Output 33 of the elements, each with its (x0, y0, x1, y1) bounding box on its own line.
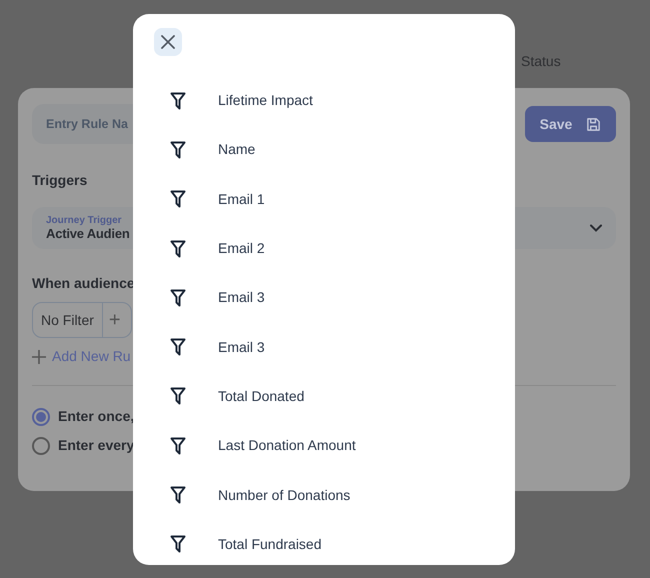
menu-item[interactable]: Last Donation Amount (218, 435, 356, 456)
menu-item[interactable]: Email 2 (218, 238, 265, 260)
radio-button[interactable] (32, 436, 50, 454)
radio-button[interactable] (32, 408, 50, 426)
filter-icon (170, 92, 186, 110)
filter-icon (170, 535, 186, 554)
menu-item[interactable]: Lifetime Impact (218, 90, 313, 112)
filter-icon (170, 288, 186, 307)
menu-item[interactable]: Email 3 (218, 287, 265, 308)
menu-item[interactable]: Total Donated (218, 386, 304, 407)
filter-icon (170, 387, 186, 406)
menu-item[interactable]: Email 1 (218, 188, 265, 210)
save-icon (586, 116, 602, 132)
filter-icon (170, 140, 186, 159)
filter-icon (170, 190, 186, 208)
close-icon (161, 35, 175, 49)
filter-icon (170, 240, 186, 258)
menu-item[interactable]: Total Fundraised (218, 534, 322, 555)
menu-item[interactable]: Name (218, 139, 256, 160)
chevron-down-icon (590, 224, 602, 232)
save-button[interactable]: Save (525, 106, 616, 142)
filter-value[interactable]: No Filter (33, 303, 103, 337)
section-heading: When audience (32, 274, 136, 293)
option-label: Enter every (58, 436, 134, 455)
section-heading: Triggers (32, 171, 88, 190)
menu-item[interactable]: Number of Donations (218, 484, 350, 506)
close-button[interactable] (154, 28, 182, 56)
filter-icon (170, 486, 186, 504)
menu-item[interactable]: Email 3 (218, 336, 265, 358)
filter-icon (170, 436, 186, 455)
option-label: Enter once, (58, 407, 134, 426)
plus-icon (32, 350, 46, 364)
filter-icon (170, 338, 186, 356)
